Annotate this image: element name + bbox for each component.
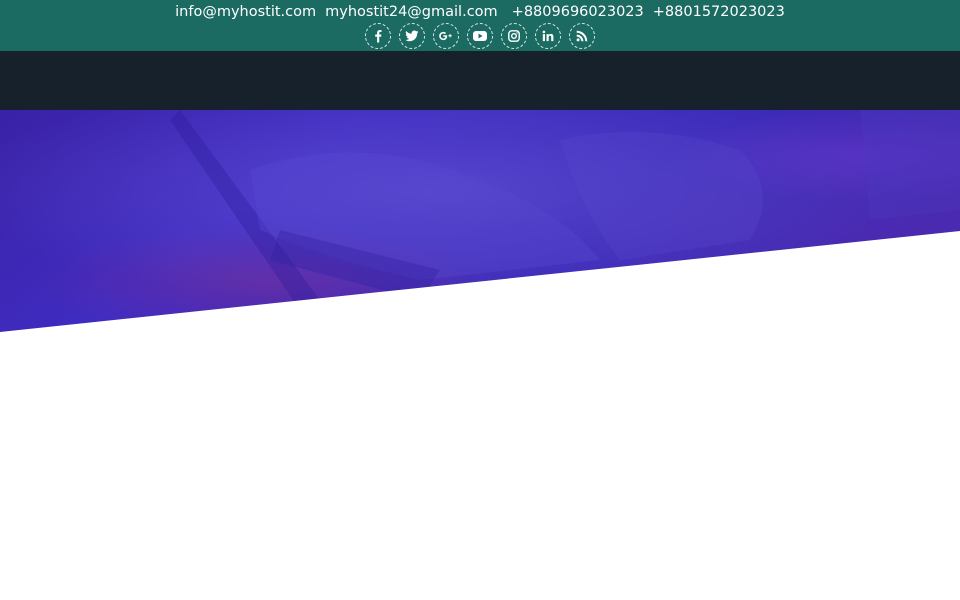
- twitter-icon: [405, 30, 419, 42]
- instagram-link[interactable]: [501, 23, 527, 49]
- twitter-link[interactable]: [399, 23, 425, 49]
- rss-icon: [576, 30, 588, 42]
- instagram-icon: [508, 30, 520, 42]
- phone-primary-link[interactable]: +8809696023023: [512, 4, 644, 21]
- contact-info: info@myhostit.com myhostit24@gmail.com +88…: [0, 4, 960, 21]
- hero-banner: [0, 110, 960, 340]
- social-links: [0, 23, 960, 49]
- facebook-link[interactable]: [365, 23, 391, 49]
- rss-link[interactable]: [569, 23, 595, 49]
- hero-background: [0, 110, 960, 340]
- google-plus-link[interactable]: [433, 23, 459, 49]
- email-primary-link[interactable]: info@myhostit.com: [175, 4, 316, 21]
- linkedin-icon: [542, 30, 554, 42]
- phone-secondary-link[interactable]: +8801572023023: [653, 4, 785, 21]
- main-navbar: [0, 51, 960, 110]
- youtube-link[interactable]: [467, 23, 493, 49]
- youtube-icon: [473, 31, 487, 41]
- facebook-icon: [375, 30, 382, 43]
- linkedin-link[interactable]: [535, 23, 561, 49]
- top-contact-bar: info@myhostit.com myhostit24@gmail.com +88…: [0, 0, 960, 51]
- email-secondary-link[interactable]: myhostit24@gmail.com: [325, 4, 498, 21]
- google-plus-icon: [439, 31, 452, 41]
